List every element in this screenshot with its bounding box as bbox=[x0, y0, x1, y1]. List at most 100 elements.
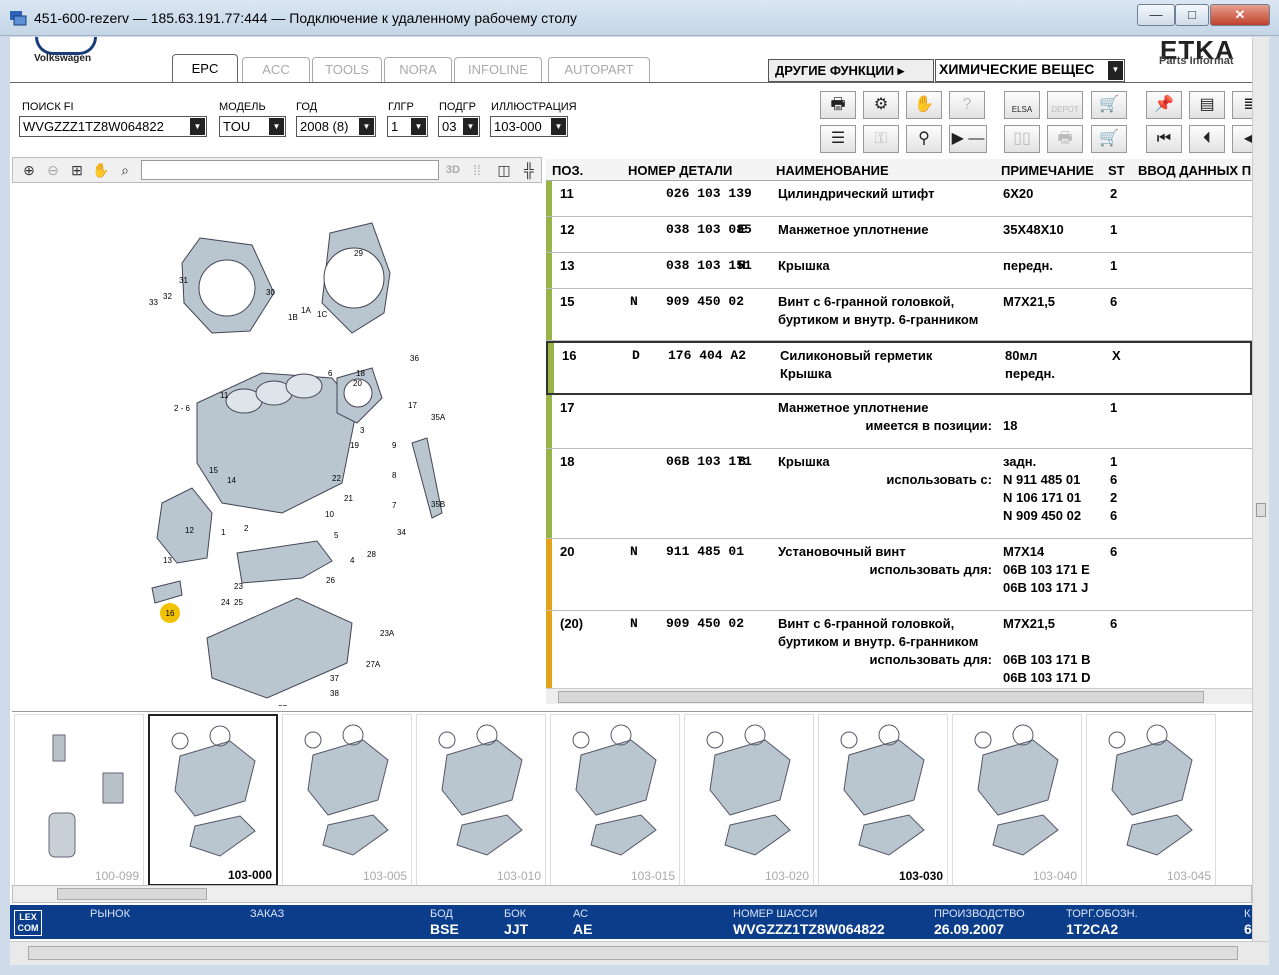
table-horizontal-scrollbar[interactable] bbox=[546, 688, 1252, 704]
callout-35B[interactable]: 35B bbox=[431, 500, 445, 509]
callout-2 - 6[interactable]: 2 - 6 bbox=[174, 404, 191, 413]
table-row[interactable]: (20) N 909 450 02 Винт с 6-гранной головкой… bbox=[546, 611, 1252, 689]
table-row[interactable]: 20 N 911 485 01 Установочный винт использова… bbox=[546, 539, 1252, 611]
back-button[interactable]: ◀ bbox=[1232, 125, 1252, 153]
callout-23[interactable]: 23 bbox=[234, 582, 243, 591]
callout-3[interactable]: 3 bbox=[360, 426, 365, 435]
callout-1C[interactable]: 1C bbox=[317, 310, 327, 319]
list-button[interactable]: ≣ bbox=[1232, 91, 1252, 119]
table-row[interactable]: 13 038 103 151 H Крышка передн. 1 bbox=[546, 253, 1252, 289]
thumbnail-scrollbar[interactable] bbox=[12, 885, 1252, 903]
col-pos[interactable]: ПОЗ. bbox=[552, 163, 583, 178]
chevron-down-icon[interactable]: ▼ bbox=[463, 118, 478, 135]
service-button[interactable]: ⚙ bbox=[863, 91, 899, 119]
tab-infoline[interactable]: INFOLINE bbox=[454, 57, 542, 82]
zoom-out-icon[interactable]: ⊖ bbox=[43, 160, 63, 180]
first-button[interactable]: ⏮ bbox=[1146, 125, 1182, 153]
table-row[interactable]: 15 N 909 450 02 Винт с 6-гранной головкой, б… bbox=[546, 289, 1252, 341]
col-st[interactable]: ST bbox=[1108, 163, 1125, 178]
zoom-fit-icon[interactable]: ⊞ bbox=[67, 160, 87, 180]
col-part-number[interactable]: НОМЕР ДЕТАЛИ bbox=[628, 163, 732, 178]
callout-33[interactable]: 33 bbox=[149, 298, 158, 307]
chemicals-select[interactable]: ХИМИЧЕСКИЕ ВЕЩЕС ▼ bbox=[935, 59, 1125, 82]
window-titlebar[interactable]: 451-600-rezerv — 185.63.191.77:444 — Под… bbox=[0, 0, 1279, 36]
tab-tools[interactable]: TOOLS bbox=[312, 57, 382, 82]
subgroup-select[interactable]: 03 ▼ bbox=[438, 116, 480, 137]
image-search-field[interactable] bbox=[141, 160, 439, 180]
callout-13[interactable]: 13 bbox=[163, 556, 172, 565]
print-button[interactable]: 🖶 bbox=[820, 91, 856, 119]
callout-23A[interactable]: 23A bbox=[380, 629, 395, 638]
callout-2[interactable]: 2 bbox=[244, 524, 249, 533]
help-button[interactable]: ? bbox=[949, 91, 985, 119]
callout-26[interactable]: 26 bbox=[326, 576, 335, 585]
thumbnail-103-020[interactable]: 103-020 bbox=[684, 714, 814, 886]
callout-10[interactable]: 10 bbox=[325, 510, 334, 519]
handshake-button[interactable]: ✋ bbox=[906, 91, 942, 119]
grid-icon[interactable]: ⁞⁞ bbox=[467, 160, 487, 180]
callout-15[interactable]: 15 bbox=[209, 466, 218, 475]
table-row[interactable]: 16 D 176 404 A2 Силиконовый герметик Крышка 8… bbox=[546, 341, 1252, 395]
chevron-down-icon[interactable]: ▼ bbox=[411, 118, 426, 135]
callout-29[interactable]: 29 bbox=[354, 249, 363, 258]
pin-button[interactable]: 📌 bbox=[1146, 91, 1182, 119]
year-select[interactable]: 2008 (8) ▼ bbox=[296, 116, 376, 137]
illustration-select[interactable]: 103-000 ▼ bbox=[490, 116, 568, 137]
scroll-thumb[interactable] bbox=[558, 691, 1204, 703]
model-select[interactable]: TOU ▼ bbox=[219, 116, 286, 137]
chevron-down-icon[interactable]: ▼ bbox=[1108, 61, 1123, 80]
depot-button[interactable]: DEPOT bbox=[1047, 91, 1083, 119]
scroll-thumb[interactable] bbox=[28, 946, 1238, 960]
tab-nora[interactable]: NORA bbox=[384, 57, 452, 82]
main-horizontal-scrollbar[interactable] bbox=[10, 941, 1269, 965]
thumbnail-103-015[interactable]: 103-015 bbox=[550, 714, 680, 886]
callout-17[interactable]: 17 bbox=[408, 401, 417, 410]
thumbnail-103-040[interactable]: 103-040 bbox=[952, 714, 1082, 886]
callout-1B[interactable]: 1B bbox=[288, 313, 298, 322]
main-group-select[interactable]: 1 ▼ bbox=[387, 116, 428, 137]
elsa-button[interactable]: ELSA bbox=[1004, 91, 1040, 119]
main-vertical-scrollbar[interactable] bbox=[1252, 37, 1269, 941]
callout-18[interactable]: 18 bbox=[356, 369, 365, 378]
callout-5[interactable]: 5 bbox=[334, 531, 339, 540]
callout-20[interactable]: 20 bbox=[353, 379, 362, 388]
devices-button[interactable]: ▯▯ bbox=[1004, 125, 1040, 153]
thumbnail-100-099[interactable]: 100-099 bbox=[14, 714, 144, 886]
tab-epc[interactable]: EPC bbox=[172, 54, 238, 83]
cart-button[interactable]: 🛒 bbox=[1091, 125, 1127, 153]
book-button[interactable]: ▤ bbox=[1189, 91, 1225, 119]
table-row[interactable]: 11 026 103 139 Цилиндрический штифт 6X20 2 bbox=[546, 181, 1252, 217]
callout-28[interactable]: 28 bbox=[367, 550, 376, 559]
callout-1A[interactable]: 1A bbox=[301, 306, 311, 315]
col-data-entry[interactable]: ВВОД ДАННЫХ П bbox=[1138, 163, 1251, 178]
callout-36[interactable]: 36 bbox=[410, 354, 419, 363]
callout-6[interactable]: 6 bbox=[328, 369, 333, 378]
callout-1[interactable]: 1 bbox=[221, 528, 226, 537]
callout-35A[interactable]: 35A bbox=[431, 413, 446, 422]
tab-acc[interactable]: ACC bbox=[242, 57, 310, 82]
callout-31[interactable]: 31 bbox=[179, 276, 188, 285]
previous-button[interactable]: ⏴ bbox=[1189, 125, 1225, 153]
callout-24[interactable]: 24 bbox=[221, 598, 230, 607]
search-icon[interactable]: ⌕ bbox=[115, 160, 135, 180]
callout-11[interactable]: 11 bbox=[220, 391, 229, 400]
col-name[interactable]: НАИМЕНОВАНИЕ bbox=[776, 163, 889, 178]
callout-21[interactable]: 21 bbox=[344, 494, 353, 503]
callout-4[interactable]: 4 bbox=[350, 556, 355, 565]
table-row[interactable]: 17 Манжетное уплотнение имеется в позиции:… bbox=[546, 395, 1252, 449]
chevron-down-icon[interactable]: ▼ bbox=[269, 118, 284, 135]
minimize-button[interactable]: — bbox=[1137, 4, 1175, 26]
scroll-thumb[interactable] bbox=[57, 888, 207, 900]
chevron-down-icon[interactable]: ▼ bbox=[359, 118, 374, 135]
callout-37[interactable]: 37 bbox=[330, 674, 339, 683]
key-button[interactable]: ⚿ bbox=[863, 125, 899, 153]
parts-diagram[interactable]: 29 31 30 32 33 1B 1A 1C 36 11 6 18 2 - 6 17 35A 35B 10 7 8… bbox=[12, 183, 544, 713]
bike-button[interactable]: ⚲ bbox=[906, 125, 942, 153]
callout-27[interactable]: 27 bbox=[278, 704, 287, 713]
callout-12[interactable]: 12 bbox=[185, 526, 194, 535]
scroll-grip-icon[interactable] bbox=[1256, 503, 1266, 517]
print-disabled-button[interactable]: 🖶 bbox=[1047, 125, 1083, 153]
tab-autopart[interactable]: AUTOPART bbox=[548, 57, 650, 82]
zoom-in-icon[interactable]: ⊕ bbox=[19, 160, 39, 180]
play-dash-button[interactable]: ▶ — bbox=[949, 125, 987, 153]
